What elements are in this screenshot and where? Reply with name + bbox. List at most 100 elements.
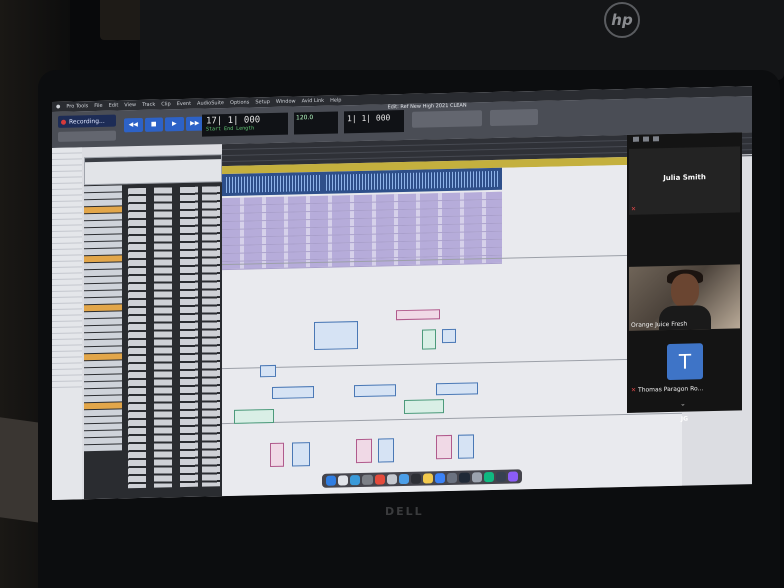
track-name-row[interactable] bbox=[84, 381, 122, 389]
track-name-row[interactable] bbox=[84, 304, 122, 312]
dock-app-icon[interactable] bbox=[326, 475, 337, 486]
track-name-row[interactable] bbox=[84, 402, 122, 410]
participant-video-feed[interactable]: Orange Juice Fresh bbox=[629, 264, 740, 331]
clip[interactable] bbox=[378, 438, 394, 463]
clip[interactable] bbox=[272, 386, 314, 400]
track-name-row[interactable] bbox=[84, 283, 122, 291]
apple-icon[interactable]: ● bbox=[56, 104, 60, 110]
menu-view[interactable]: View bbox=[124, 102, 136, 108]
chevron-down-icon[interactable]: ⌄ bbox=[680, 400, 686, 408]
dock-app-icon[interactable] bbox=[471, 472, 482, 483]
dock-app-icon[interactable] bbox=[362, 474, 373, 485]
edit-mode-buttons[interactable] bbox=[58, 130, 116, 142]
menu-setup[interactable]: Setup bbox=[255, 99, 270, 105]
dock-app-icon[interactable] bbox=[447, 472, 458, 484]
menu-clip[interactable]: Clip bbox=[161, 101, 170, 107]
clip[interactable] bbox=[404, 399, 444, 415]
tempo-display[interactable]: 120.0 bbox=[294, 111, 338, 135]
clip[interactable] bbox=[436, 434, 452, 460]
audio-clip-waveform[interactable] bbox=[226, 174, 322, 194]
clip[interactable] bbox=[442, 328, 456, 344]
track-name-row[interactable] bbox=[84, 339, 122, 347]
track-name-row[interactable] bbox=[84, 332, 122, 340]
track-name-row[interactable] bbox=[84, 311, 122, 319]
clip[interactable] bbox=[354, 384, 396, 398]
clip[interactable] bbox=[422, 329, 436, 350]
dock-app-icon[interactable] bbox=[459, 472, 470, 483]
track-name-row[interactable] bbox=[84, 290, 122, 298]
clip[interactable] bbox=[396, 309, 440, 321]
menu-file[interactable]: File bbox=[94, 103, 102, 109]
track-name-row[interactable] bbox=[84, 346, 122, 354]
menu-event[interactable]: Event bbox=[177, 101, 191, 107]
track-name-row[interactable] bbox=[84, 206, 122, 214]
main-counter[interactable]: 17| 1| 000 Start End Length bbox=[202, 112, 288, 137]
secondary-counter[interactable]: 1| 1| 000 bbox=[344, 110, 404, 134]
menu-avid-link[interactable]: Avid Link bbox=[302, 98, 324, 105]
play-icon[interactable]: ▶ bbox=[165, 117, 184, 132]
track-name-row[interactable] bbox=[84, 234, 122, 242]
io-column[interactable] bbox=[202, 186, 220, 487]
track-list-row[interactable] bbox=[52, 381, 82, 388]
track-name-row[interactable] bbox=[84, 276, 122, 284]
clip[interactable] bbox=[260, 364, 276, 378]
track-name-row[interactable] bbox=[84, 416, 122, 424]
clip-list[interactable] bbox=[84, 154, 222, 186]
track-name-row[interactable] bbox=[84, 367, 122, 375]
clip[interactable] bbox=[458, 434, 474, 459]
menu-help[interactable]: Help bbox=[330, 97, 341, 103]
menu-track[interactable]: Track bbox=[142, 102, 155, 108]
menu-options[interactable]: Options bbox=[230, 100, 249, 106]
rewind-icon[interactable]: ◀◀ bbox=[124, 117, 143, 133]
track-name-row[interactable] bbox=[84, 360, 122, 368]
track-name-row[interactable] bbox=[84, 192, 122, 200]
track-name-row[interactable] bbox=[84, 269, 122, 277]
track-name-row[interactable] bbox=[84, 318, 122, 326]
dock-app-icon[interactable] bbox=[398, 473, 409, 485]
clip[interactable] bbox=[314, 321, 358, 351]
track-name-row[interactable] bbox=[84, 388, 122, 396]
clip[interactable] bbox=[292, 442, 310, 467]
track-name-row[interactable] bbox=[84, 262, 122, 270]
gallery-view-icon[interactable] bbox=[633, 136, 639, 142]
dock-app-icon[interactable] bbox=[507, 471, 518, 482]
menu-edit[interactable]: Edit bbox=[109, 102, 119, 108]
dock-app-icon[interactable] bbox=[350, 475, 361, 486]
dock-app-icon[interactable] bbox=[374, 474, 385, 485]
track-name-row[interactable] bbox=[84, 255, 122, 263]
dock-app-icon[interactable] bbox=[423, 473, 434, 484]
track-name-row[interactable] bbox=[84, 444, 122, 452]
recording-badge[interactable]: Recording... bbox=[58, 114, 116, 128]
io-column[interactable] bbox=[180, 186, 198, 488]
track-name-row[interactable] bbox=[84, 374, 122, 382]
track-name-row[interactable] bbox=[84, 353, 122, 361]
dock-app-icon[interactable] bbox=[386, 474, 397, 485]
track-name-row[interactable] bbox=[84, 220, 122, 228]
clip[interactable] bbox=[270, 442, 284, 468]
grid-nudge-controls[interactable] bbox=[412, 110, 482, 128]
track-name-row[interactable] bbox=[84, 248, 122, 256]
dock-app-icon[interactable] bbox=[435, 473, 446, 484]
track-name-row[interactable] bbox=[84, 213, 122, 221]
menu-audiosuite[interactable]: AudioSuite bbox=[197, 100, 224, 107]
track-names-column[interactable] bbox=[84, 182, 222, 500]
track-name-row[interactable] bbox=[84, 325, 122, 333]
midi-tracks-block[interactable] bbox=[222, 191, 502, 271]
menu-window[interactable]: Window bbox=[276, 98, 296, 104]
audio-clip-waveform[interactable] bbox=[326, 170, 498, 191]
stop-icon[interactable]: ■ bbox=[144, 117, 163, 132]
clip[interactable] bbox=[234, 408, 274, 424]
track-name-row[interactable] bbox=[84, 297, 122, 305]
clip[interactable] bbox=[436, 382, 478, 396]
track-name-row[interactable] bbox=[84, 430, 122, 438]
track-name-row[interactable] bbox=[84, 423, 122, 431]
track-name-row[interactable] bbox=[84, 199, 122, 207]
participant-avatar[interactable]: T bbox=[667, 343, 703, 381]
track-name-row[interactable] bbox=[84, 227, 122, 235]
io-column[interactable] bbox=[154, 187, 172, 488]
layout-icon[interactable] bbox=[653, 136, 659, 142]
track-name-row[interactable] bbox=[84, 241, 122, 249]
track-name-row[interactable] bbox=[84, 409, 122, 417]
participant-tile-julia[interactable]: Julia Smith ✕ bbox=[629, 146, 740, 215]
speaker-view-icon[interactable] bbox=[643, 136, 649, 142]
